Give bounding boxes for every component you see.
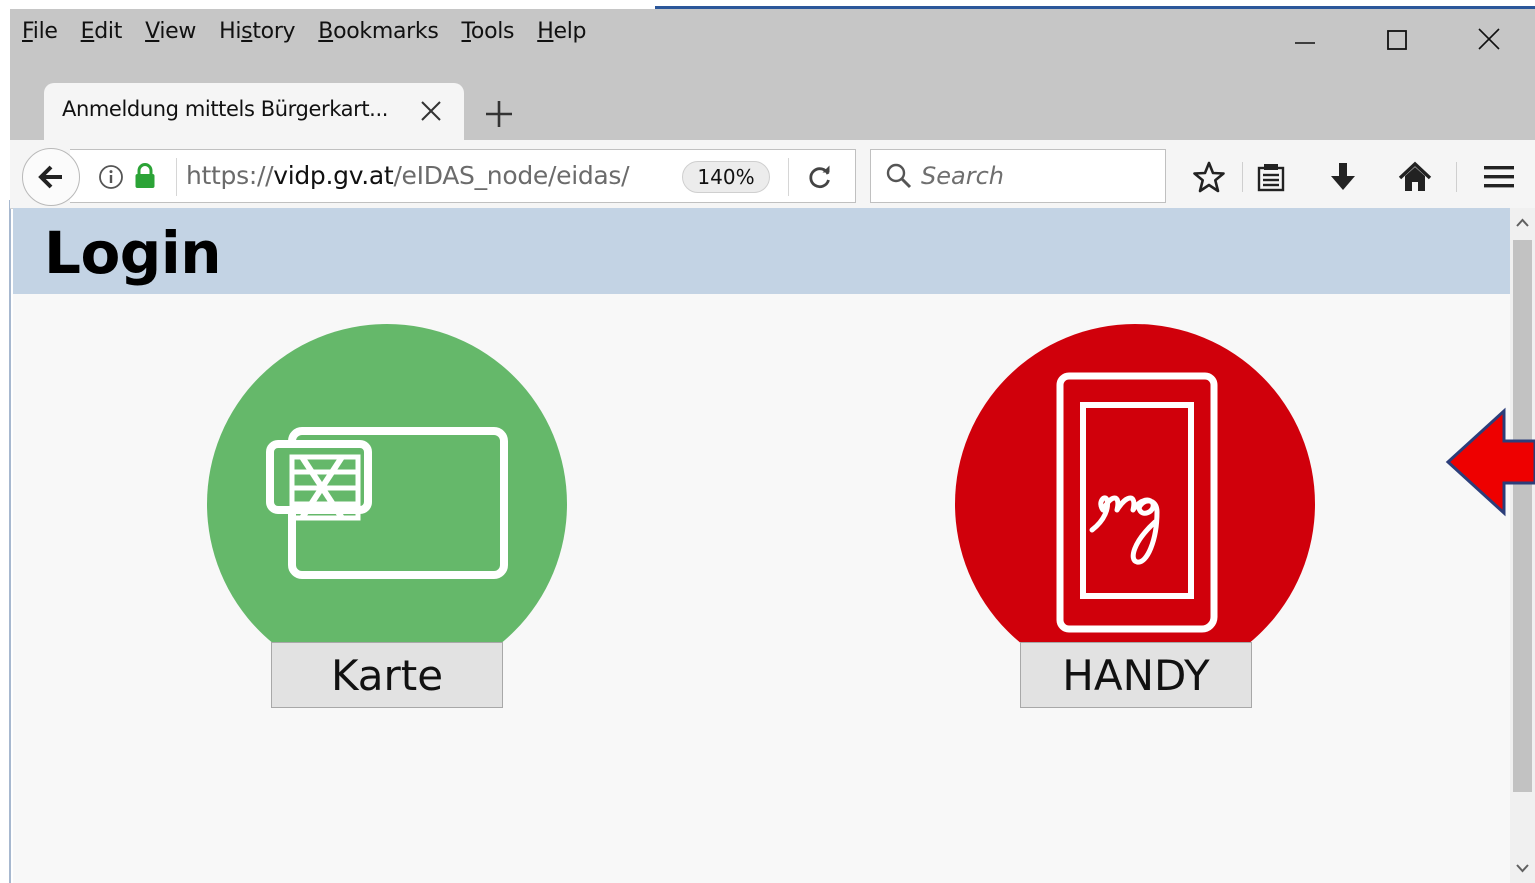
smart-card-icon (266, 427, 508, 579)
page-content: Login Karte HANDY (13, 208, 1510, 883)
lock-icon[interactable] (134, 163, 156, 189)
scroll-up-arrow-icon[interactable] (1510, 208, 1535, 240)
card-login-option[interactable] (207, 324, 567, 684)
browser-window: File Edit View History Bookmarks Tools Help An… (0, 0, 1535, 883)
title-bar: File Edit View History Bookmarks Tools Help An… (10, 9, 1535, 141)
tab-active[interactable]: Anmeldung mittels Bürgerkart... (44, 83, 464, 141)
minimize-icon (1295, 42, 1315, 44)
menu-item-edit[interactable]: Edit (80, 18, 123, 44)
minimize-button[interactable] (1259, 9, 1351, 69)
close-window-button[interactable] (1443, 9, 1535, 69)
menu-accesskey: E (80, 18, 95, 44)
handy-button[interactable]: HANDY (1020, 642, 1252, 708)
menu-item-bookmarks[interactable]: Bookmarks (318, 18, 439, 44)
vertical-scrollbar[interactable] (1510, 208, 1535, 883)
new-tab-plus-icon[interactable] (482, 97, 516, 131)
close-icon (1478, 28, 1500, 50)
red-arrow-icon (1445, 407, 1535, 517)
menu-accesskey: H (537, 18, 554, 44)
tab-title: Anmeldung mittels Bürgerkart... (62, 97, 388, 121)
tab-close-icon[interactable] (419, 99, 443, 123)
menu-label-part: dit (94, 18, 123, 44)
search-bar[interactable] (870, 149, 1166, 203)
menu-label-part: tory (252, 18, 296, 44)
navigation-toolbar: https://vidp.gv.at/eIDAS_node/eidas/ 140… (10, 140, 1535, 209)
menu-item-history[interactable]: History (219, 19, 295, 44)
search-input[interactable] (921, 158, 1151, 194)
page-header: Login (13, 208, 1510, 294)
menu-accesskey: T (461, 18, 472, 44)
menu-item-tools[interactable]: Tools (462, 19, 515, 44)
menu-item-help[interactable]: Help (537, 19, 586, 44)
address-bar[interactable]: https://vidp.gv.at/eIDAS_node/eidas/ 140… (70, 149, 856, 203)
reload-separator (788, 158, 789, 196)
reload-icon[interactable] (806, 163, 834, 191)
menu-accesskey: F (22, 18, 33, 44)
search-icon (886, 163, 912, 189)
bookmarks-list-icon[interactable] (1254, 160, 1288, 194)
toolbar-separator (1456, 162, 1457, 192)
menu-label-part: elp (553, 18, 587, 44)
download-arrow-icon[interactable] (1326, 160, 1360, 194)
back-button[interactable] (22, 148, 80, 206)
home-icon[interactable] (1398, 160, 1432, 194)
back-arrow-icon (38, 165, 62, 189)
menu-accesskey: B (318, 18, 334, 44)
menu-bar: File Edit View History Bookmarks Tools Help (10, 9, 586, 53)
menu-item-file[interactable]: File (22, 19, 58, 44)
menu-label-part: ools (470, 18, 515, 44)
karte-button[interactable]: Karte (271, 642, 503, 708)
window-left-edge (0, 0, 11, 883)
mobile-signature-icon (1056, 372, 1218, 633)
menu-accesskey: s (241, 18, 253, 44)
url-scheme: https:// (186, 161, 274, 190)
zoom-indicator[interactable]: 140% (682, 161, 770, 193)
hamburger-menu-icon[interactable] (1482, 160, 1516, 194)
maximize-button[interactable] (1351, 9, 1443, 69)
scroll-down-arrow-icon[interactable] (1510, 851, 1535, 883)
bookmark-star-icon[interactable] (1192, 160, 1226, 194)
menu-accesskey: V (145, 18, 160, 44)
window-controls (1259, 9, 1535, 69)
menu-label-part: iew (159, 18, 197, 44)
menu-label-part: Hi (219, 18, 242, 44)
menu-label-part: ookmarks (333, 18, 439, 44)
page-title: Login (44, 219, 222, 287)
url-text[interactable]: https://vidp.gv.at/eIDAS_node/eidas/ (186, 161, 630, 190)
toolbar-separator (1242, 162, 1243, 192)
menu-item-view[interactable]: View (145, 19, 196, 44)
info-icon[interactable] (98, 164, 124, 190)
menu-label-part: ile (32, 18, 58, 44)
handy-login-option[interactable] (955, 324, 1315, 684)
url-path: /eIDAS_node/eidas/ (393, 161, 630, 190)
window-top-edge (10, 0, 1535, 9)
url-separator (176, 158, 177, 196)
url-domain: vidp.gv.at (273, 161, 394, 190)
maximize-icon (1387, 30, 1407, 50)
